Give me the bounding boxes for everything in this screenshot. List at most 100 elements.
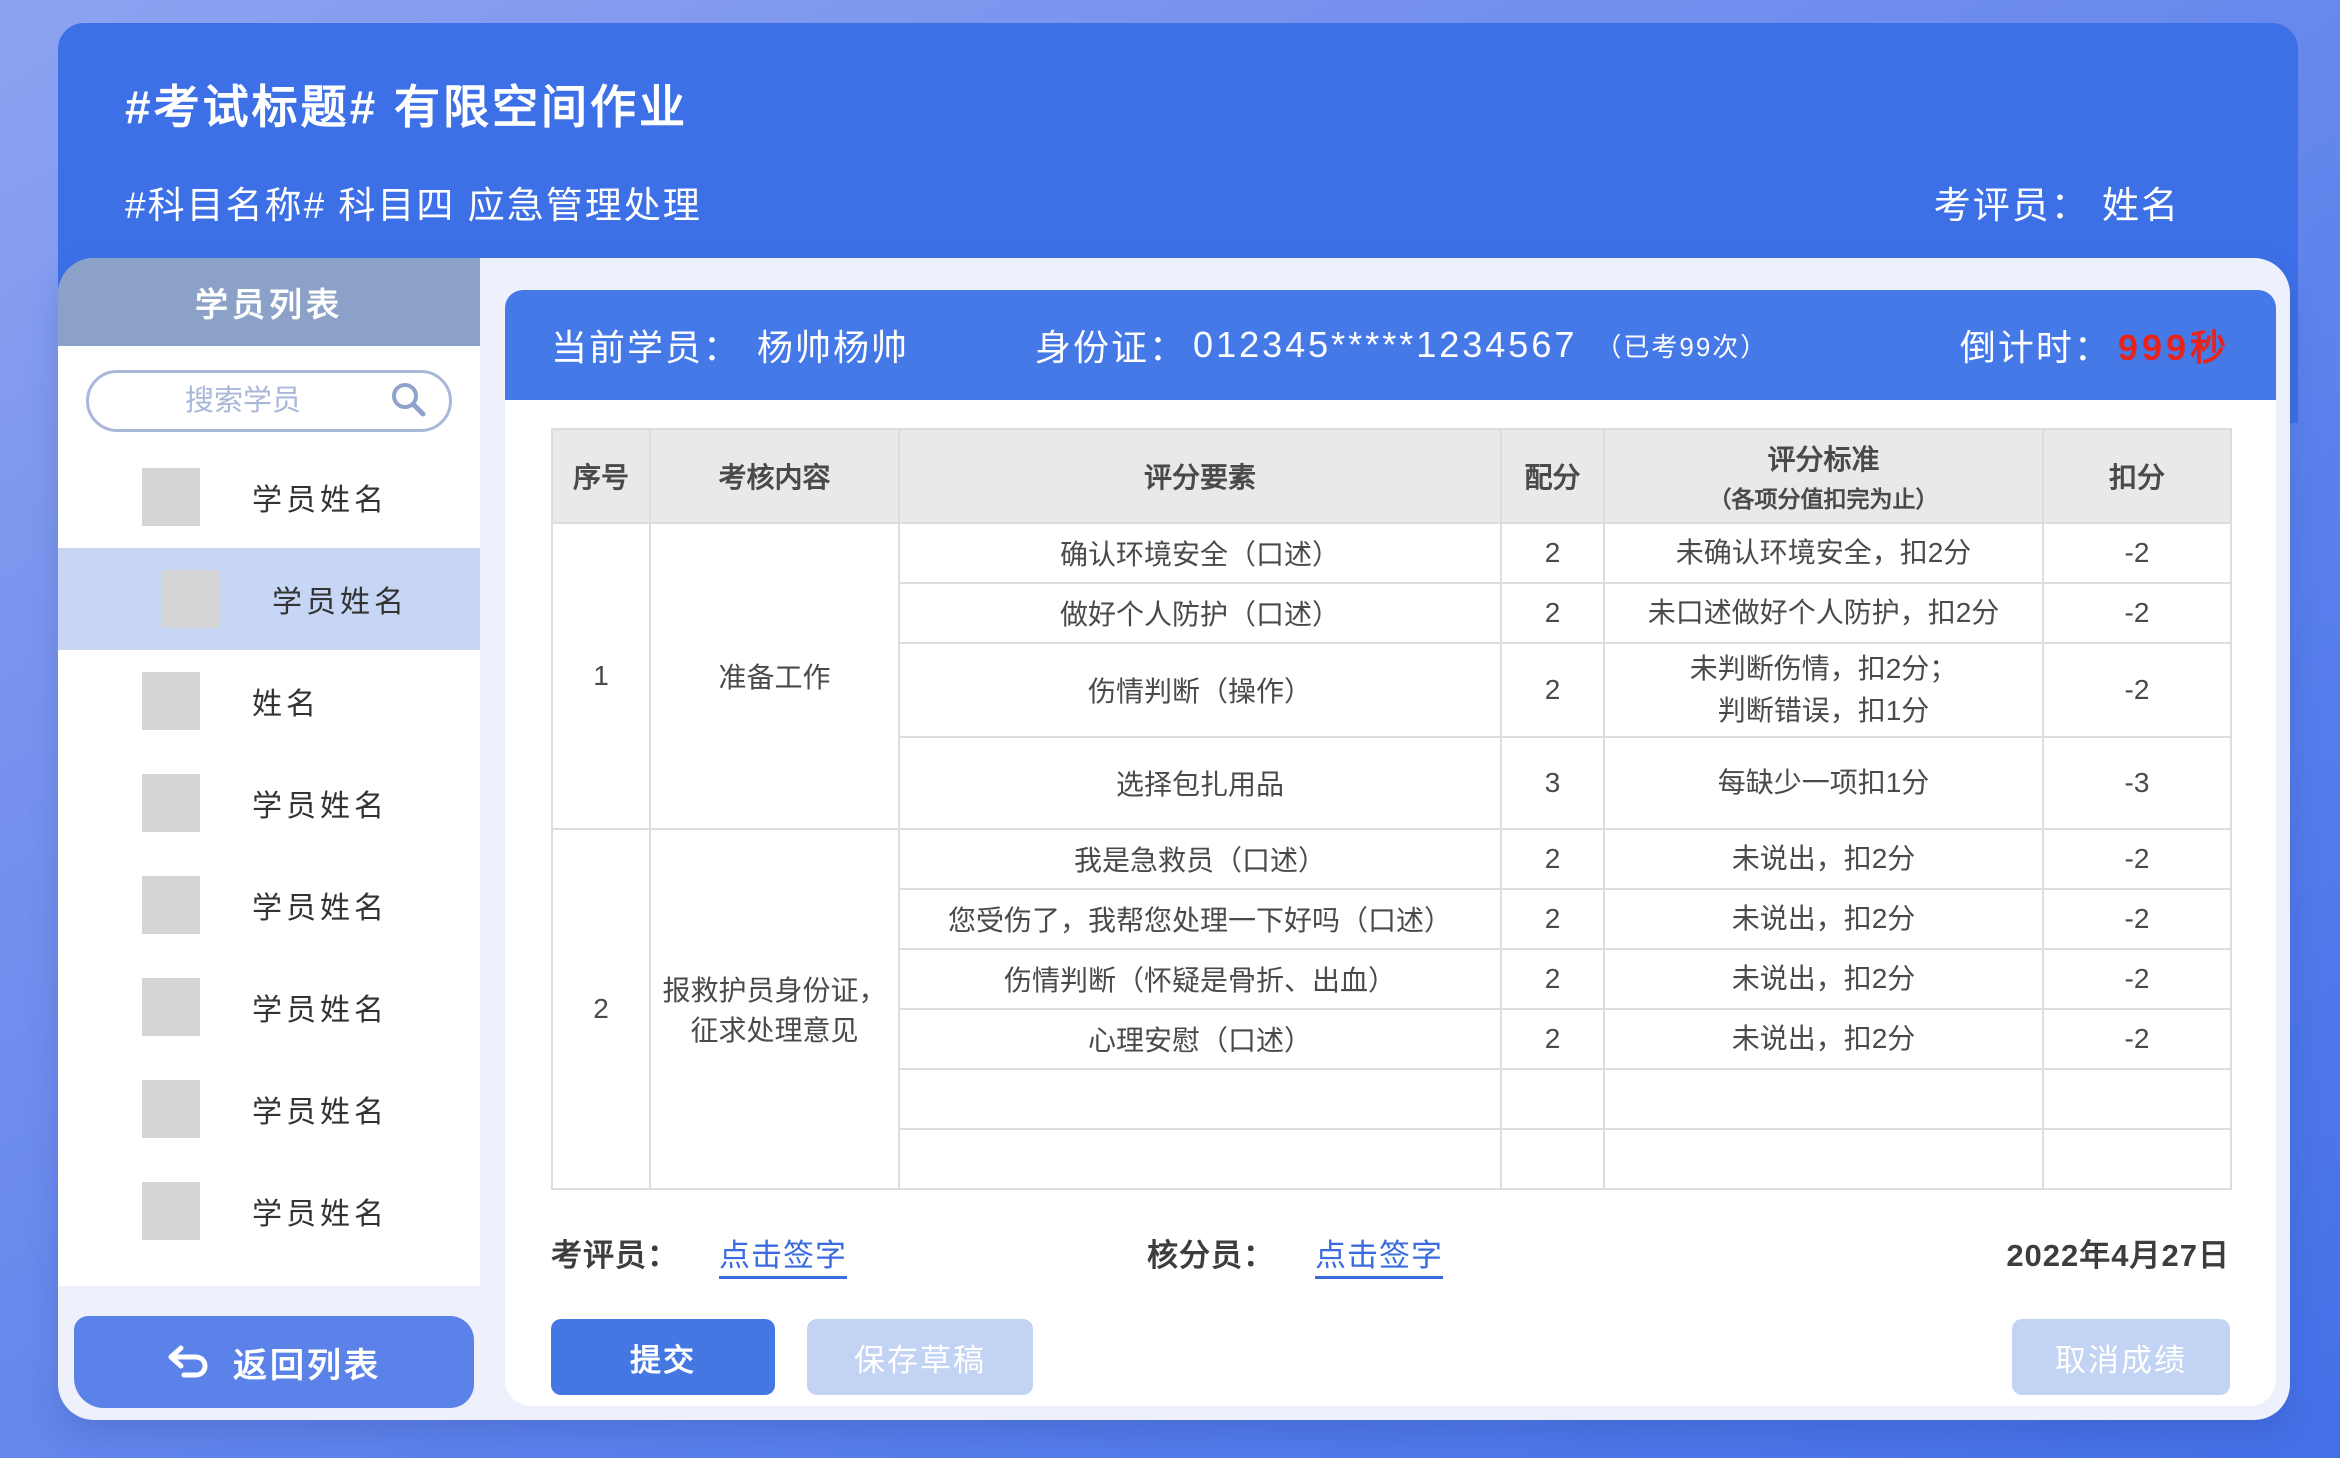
countdown-label: 倒计时： xyxy=(1960,319,2112,371)
standard-cell: 未说出，扣2分 xyxy=(1604,829,2043,889)
student-name: 学员姓名 xyxy=(252,781,388,825)
score-cell: 2 xyxy=(1501,829,1604,889)
score-cell xyxy=(1501,1129,1604,1189)
student-name: 学员姓名 xyxy=(252,475,388,519)
factor-cell: 做好个人防护（口述） xyxy=(899,583,1501,643)
group-index: 1 xyxy=(552,523,650,829)
factor-cell: 心理安慰（口述） xyxy=(899,1009,1501,1069)
deduction-cell[interactable] xyxy=(2043,1069,2231,1129)
standard-cell: 未说出，扣2分 xyxy=(1604,949,2043,1009)
deduction-cell[interactable]: -2 xyxy=(2043,1009,2231,1069)
back-to-list-button[interactable]: 返回列表 xyxy=(74,1316,474,1408)
standard-cell: 未判断伤情，扣2分； 判断错误，扣1分 xyxy=(1604,643,2043,737)
examiner-sign-link[interactable]: 点击签字 xyxy=(719,1230,847,1275)
deduction-cell[interactable] xyxy=(2043,1129,2231,1189)
factor-cell xyxy=(899,1129,1501,1189)
score-cell: 2 xyxy=(1501,583,1604,643)
student-name: 学员姓名 xyxy=(252,883,388,927)
col-header-content: 考核内容 xyxy=(650,429,899,523)
standard-header-title: 评分标准 xyxy=(1611,438,2036,478)
student-name: 学员姓名 xyxy=(272,577,408,621)
deduction-cell[interactable]: -2 xyxy=(2043,949,2231,1009)
undo-arrow-icon xyxy=(167,1344,211,1380)
current-student-name: 杨帅杨帅 xyxy=(757,319,909,371)
student-list-item[interactable]: 学员姓名 xyxy=(58,854,480,956)
group-content: 准备工作 xyxy=(650,523,899,829)
table-row: 1 准备工作 确认环境安全（口述） 2 未确认环境安全，扣2分 -2 xyxy=(552,523,2231,583)
student-list-item[interactable]: 学员姓名 xyxy=(58,956,480,1058)
score-cell: 2 xyxy=(1501,1009,1604,1069)
avatar xyxy=(142,774,200,832)
factor-cell: 伤情判断（怀疑是骨折、出血） xyxy=(899,949,1501,1009)
back-button-label: 返回列表 xyxy=(233,1338,381,1387)
id-card-value: 012345*****1234567 xyxy=(1193,324,1577,366)
score-cell: 2 xyxy=(1501,949,1604,1009)
signature-row: 考评员： 点击签字 核分员： 点击签字 2022年4月27日 xyxy=(505,1190,2276,1275)
scorer-sign-label: 核分员： xyxy=(1147,1230,1275,1275)
col-header-deduction: 扣分 xyxy=(2043,429,2231,523)
examiner-sign-label: 考评员： xyxy=(551,1230,679,1275)
table-row: 2 报救护员身份证，征求处理意见 我是急救员（口述） 2 未说出，扣2分 -2 xyxy=(552,829,2231,889)
score-cell xyxy=(1501,1069,1604,1129)
student-list-sidebar: 学员列表 学员姓名 学员姓名 姓名 xyxy=(58,258,480,1420)
col-header-factor: 评分要素 xyxy=(899,429,1501,523)
current-student-bar: 当前学员： 杨帅杨帅 身份证： 012345*****1234567 （已考99… xyxy=(505,290,2276,400)
student-list-item[interactable]: 学员姓名 xyxy=(58,752,480,854)
current-student-label: 当前学员： xyxy=(551,319,741,371)
student-list-item[interactable]: 姓名 xyxy=(58,650,480,752)
countdown-value: 999秒 xyxy=(2118,319,2230,371)
save-draft-button[interactable]: 保存草稿 xyxy=(807,1319,1033,1395)
deduction-cell[interactable]: -2 xyxy=(2043,889,2231,949)
score-cell: 2 xyxy=(1501,889,1604,949)
id-card-label: 身份证： xyxy=(1035,319,1187,371)
student-list-item[interactable]: 学员姓名 xyxy=(58,1160,480,1262)
factor-cell: 我是急救员（口述） xyxy=(899,829,1501,889)
score-date: 2022年4月27日 xyxy=(2006,1230,2230,1275)
avatar xyxy=(142,978,200,1036)
score-cell: 2 xyxy=(1501,523,1604,583)
avatar xyxy=(142,468,200,526)
deduction-cell[interactable]: -2 xyxy=(2043,523,2231,583)
factor-cell xyxy=(899,1069,1501,1129)
student-name: 学员姓名 xyxy=(252,1189,388,1233)
search-icon[interactable] xyxy=(389,380,427,418)
standard-cell: 未说出，扣2分 xyxy=(1604,1009,2043,1069)
table-header-row: 序号 考核内容 评分要素 配分 评分标准 （各项分值扣完为止） 扣分 xyxy=(552,429,2231,523)
factor-cell: 确认环境安全（口述） xyxy=(899,523,1501,583)
standard-cell: 每缺少一项扣1分 xyxy=(1604,737,2043,829)
sidebar-body: 学员姓名 学员姓名 姓名 学员姓名 学员姓名 xyxy=(58,346,480,1286)
student-list: 学员姓名 学员姓名 姓名 学员姓名 学员姓名 xyxy=(58,446,480,1262)
exam-title: #考试标题# 有限空间作业 xyxy=(125,71,688,137)
student-name: 学员姓名 xyxy=(252,1087,388,1131)
standard-cell: 未口述做好个人防护，扣2分 xyxy=(1604,583,2043,643)
deduction-cell[interactable]: -2 xyxy=(2043,829,2231,889)
student-name: 学员姓名 xyxy=(252,985,388,1029)
group-index: 2 xyxy=(552,829,650,1189)
student-list-item-selected[interactable]: 学员姓名 xyxy=(58,548,480,650)
col-header-index: 序号 xyxy=(552,429,650,523)
score-cell: 2 xyxy=(1501,643,1604,737)
student-list-item[interactable]: 学员姓名 xyxy=(58,446,480,548)
col-header-standard: 评分标准 （各项分值扣完为止） xyxy=(1604,429,2043,523)
action-buttons-row: 提交 保存草稿 取消成绩 xyxy=(505,1275,2276,1395)
student-list-item[interactable]: 学员姓名 xyxy=(58,1058,480,1160)
standard-cell: 未说出，扣2分 xyxy=(1604,889,2043,949)
cancel-score-button[interactable]: 取消成绩 xyxy=(2012,1319,2230,1395)
avatar xyxy=(142,1182,200,1240)
sidebar-title: 学员列表 xyxy=(58,258,480,346)
standard-cell: 未确认环境安全，扣2分 xyxy=(1604,523,2043,583)
scorer-sign-link[interactable]: 点击签字 xyxy=(1315,1230,1443,1275)
content-card: 学员列表 学员姓名 学员姓名 姓名 xyxy=(58,258,2290,1420)
deduction-cell[interactable]: -2 xyxy=(2043,583,2231,643)
attempts-count: （已考99次） xyxy=(1595,327,1768,364)
deduction-cell[interactable]: -2 xyxy=(2043,643,2231,737)
score-cell: 3 xyxy=(1501,737,1604,829)
submit-button[interactable]: 提交 xyxy=(551,1319,775,1395)
student-name: 姓名 xyxy=(252,679,320,723)
student-search[interactable] xyxy=(86,370,452,432)
group-content: 报救护员身份证，征求处理意见 xyxy=(650,829,899,1189)
deduction-cell[interactable]: -3 xyxy=(2043,737,2231,829)
main-panel: 当前学员： 杨帅杨帅 身份证： 012345*****1234567 （已考99… xyxy=(505,290,2276,1406)
avatar xyxy=(162,570,220,628)
avatar xyxy=(142,672,200,730)
